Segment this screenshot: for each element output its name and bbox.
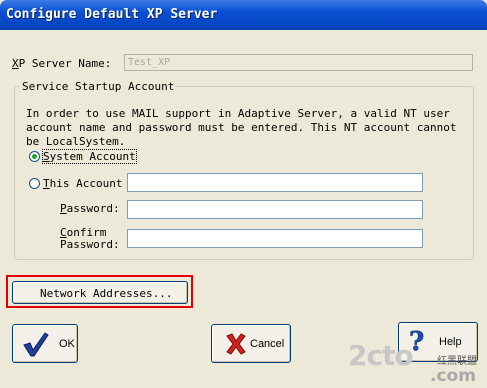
- watermark-logo: 2cto: [348, 339, 414, 372]
- password-input[interactable]: [127, 200, 423, 219]
- confirm-password-input[interactable]: [127, 229, 423, 248]
- system-account-radio[interactable]: [29, 151, 40, 162]
- service-startup-group-label: Service Startup Account: [20, 80, 177, 93]
- window-title: Configure Default XP Server: [6, 7, 218, 22]
- service-description: In order to use MAIL support in Adaptive…: [26, 107, 457, 148]
- server-name-field: Test_XP: [124, 54, 473, 71]
- radio-selected-dot: [32, 154, 37, 159]
- confirm-password-label: Confirm Password:: [60, 226, 120, 251]
- watermark-cn: 红黑联盟: [437, 356, 477, 367]
- account-input[interactable]: [127, 173, 423, 192]
- this-account-radio[interactable]: [29, 178, 40, 189]
- network-addresses-button[interactable]: Network Addresses...: [12, 281, 188, 304]
- cancel-button[interactable]: Cancel: [211, 324, 291, 363]
- title-bar[interactable]: Configure Default XP Server: [0, 0, 487, 30]
- cancel-x-icon: [224, 332, 248, 359]
- this-account-label[interactable]: This Account: [43, 177, 122, 190]
- watermark-suffix: .com: [430, 366, 476, 386]
- server-name-label: XP Server Name:: [12, 57, 112, 70]
- system-account-label[interactable]: System Account: [42, 149, 137, 164]
- password-label: Password:: [60, 202, 120, 215]
- check-icon: [21, 330, 49, 361]
- ok-button[interactable]: OK: [12, 324, 78, 363]
- dialog-window: Configure Default XP Server XP Server Na…: [0, 0, 487, 388]
